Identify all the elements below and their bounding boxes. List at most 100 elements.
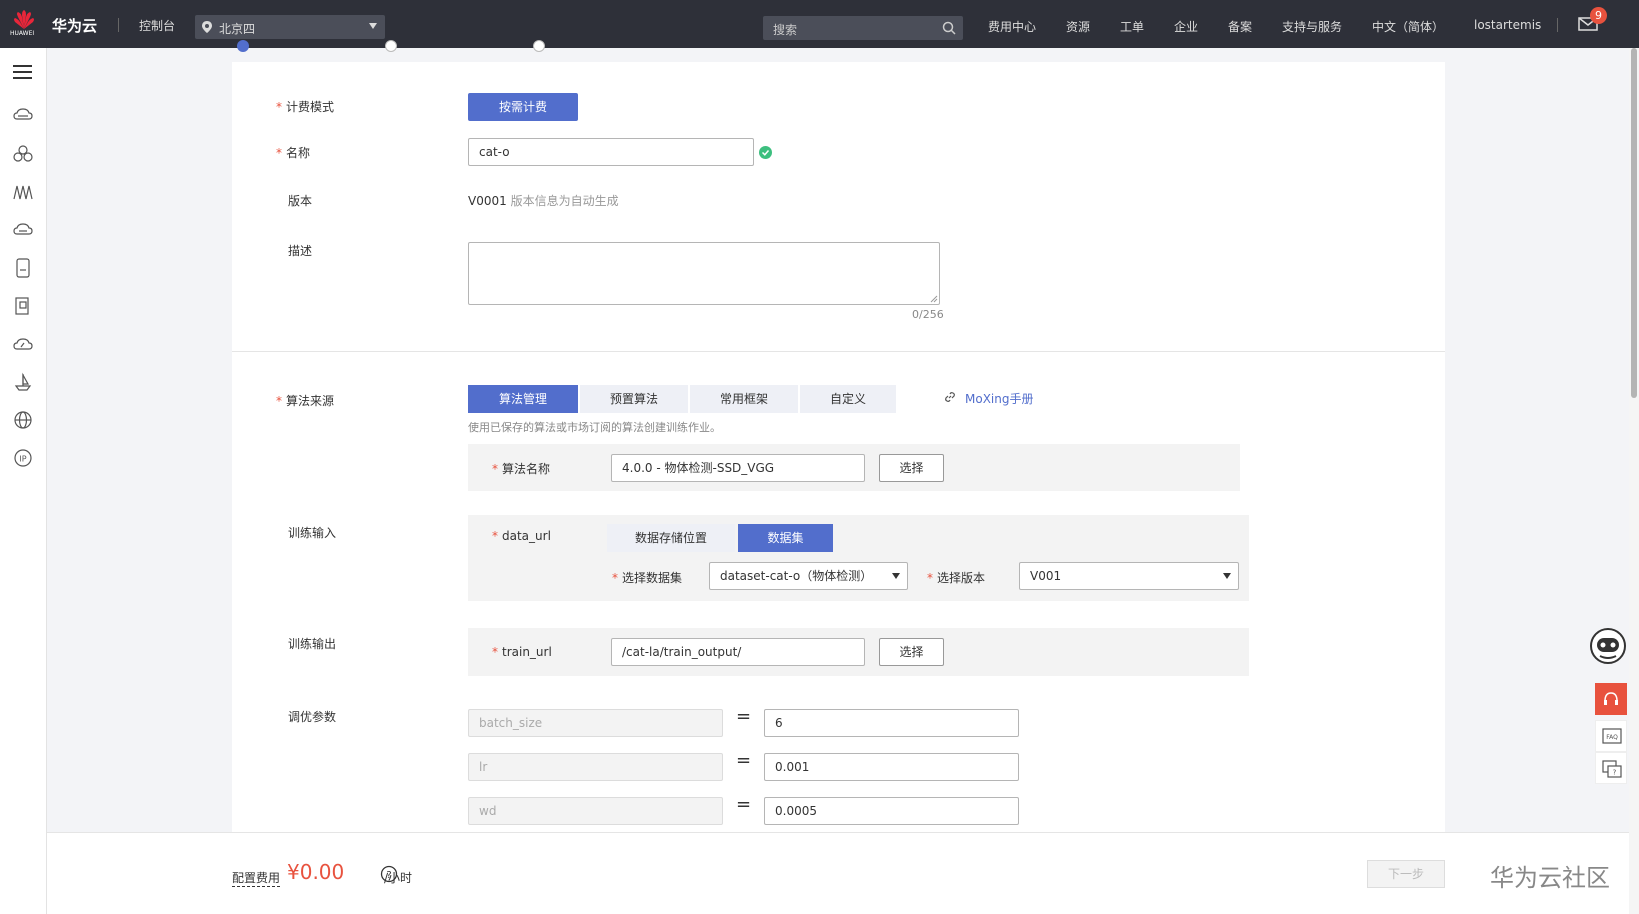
region-value: 北京四: [219, 22, 256, 36]
resize-handle-icon[interactable]: [930, 295, 938, 303]
svg-text:IP: IP: [19, 455, 26, 464]
name-label: * 名称: [276, 146, 311, 160]
document-icon[interactable]: [13, 296, 33, 316]
description-textarea[interactable]: [468, 242, 940, 305]
huawei-flower-icon: [14, 10, 34, 29]
train-url-input[interactable]: /cat-la/train_output/: [611, 638, 865, 666]
chevron-down-icon: [1223, 573, 1231, 579]
tab-algorithm-management[interactable]: 算法管理: [468, 385, 578, 413]
step-indicator: [237, 40, 249, 52]
name-input[interactable]: cat-o: [468, 138, 754, 166]
tab-dataset[interactable]: 数据集: [738, 524, 833, 552]
region-selector[interactable]: 北京四: [195, 15, 385, 39]
nav-support[interactable]: 支持与服务: [1282, 18, 1342, 35]
training-input-label: 训练输入: [288, 526, 337, 540]
description-counter: 0/256: [912, 308, 944, 321]
training-output-panel: * train_url /cat-la/train_output/ 选择: [468, 628, 1249, 676]
param-value-field[interactable]: 6: [764, 709, 1019, 737]
globe-icon[interactable]: [13, 410, 33, 430]
storage-icon[interactable]: [13, 258, 33, 278]
equals-sign: =: [736, 794, 752, 815]
version-select[interactable]: V001: [1019, 562, 1239, 590]
brand-name[interactable]: 华为云: [52, 15, 97, 36]
select-version-label: * 选择版本: [927, 571, 986, 585]
version-label: 版本: [288, 194, 313, 208]
headset-icon: [1604, 692, 1618, 705]
algorithm-name-input[interactable]: 4.0.0 - 物体检测-SSD_VGG: [611, 454, 865, 482]
help-icon[interactable]: ?: [380, 865, 398, 883]
train-url-select-button[interactable]: 选择: [879, 638, 944, 666]
footer-bar: 配置费用 ¥0.00 /小时 ? 下一步 华为云社区: [47, 832, 1639, 914]
bandwidth-icon[interactable]: [13, 182, 33, 202]
algorithm-select-button[interactable]: 选择: [879, 454, 944, 482]
algorithm-name-panel: * 算法名称 4.0.0 - 物体检测-SSD_VGG 选择: [468, 444, 1240, 491]
chevron-down-icon: [369, 23, 377, 29]
feedback-button[interactable]: ?: [1595, 752, 1627, 784]
description-label: 描述: [288, 244, 313, 258]
chevron-down-icon: [892, 573, 900, 579]
robot-assistant-icon[interactable]: [1590, 628, 1626, 664]
param-key-field: batch_size: [468, 709, 723, 737]
select-dataset-label: * 选择数据集: [612, 571, 683, 585]
config-fee-value: ¥0.00: [287, 860, 345, 884]
next-step-button[interactable]: 下一步: [1367, 860, 1445, 888]
config-fee-label[interactable]: 配置费用: [232, 869, 281, 887]
search-input[interactable]: 搜索: [763, 16, 963, 40]
section-divider: [232, 351, 1445, 352]
tab-custom[interactable]: 自定义: [800, 385, 896, 413]
cluster-icon[interactable]: [13, 144, 33, 164]
step-indicator: [385, 40, 397, 52]
svg-text:FAQ: FAQ: [1606, 734, 1618, 741]
nav-billing-center[interactable]: 费用中心: [988, 18, 1036, 35]
watermark: 华为云社区: [1490, 864, 1610, 892]
logo-text: HUAWEI: [10, 30, 35, 37]
tab-data-storage-location[interactable]: 数据存储位置: [607, 524, 735, 552]
topbar-divider: [1557, 18, 1558, 32]
search-icon[interactable]: [941, 20, 957, 36]
svg-text:?: ?: [1613, 769, 1617, 777]
param-key-field: wd: [468, 797, 723, 825]
equals-sign: =: [736, 706, 752, 727]
tab-preset-algorithm[interactable]: 预置算法: [580, 385, 688, 413]
console-link[interactable]: 控制台: [139, 17, 175, 34]
moxing-manual-link[interactable]: MoXing手册: [965, 390, 1033, 407]
billing-mode-label: * 计费模式: [276, 100, 335, 114]
tuning-params-label: 调优参数: [288, 710, 337, 724]
version-value: V0001 版本信息为自动生成: [468, 194, 619, 208]
billing-mode-button[interactable]: 按需计费: [468, 93, 578, 121]
faq-icon: FAQ: [1602, 728, 1622, 744]
dataset-select[interactable]: dataset-cat-o（物体检测）: [709, 562, 908, 590]
nav-resources[interactable]: 资源: [1066, 18, 1090, 35]
svg-text:?: ?: [386, 870, 391, 881]
param-value-field[interactable]: 0.001: [764, 753, 1019, 781]
nav-enterprise[interactable]: 企业: [1174, 18, 1198, 35]
scrollbar-thumb[interactable]: [1631, 48, 1637, 398]
training-job-form: * 计费模式 按需计费 * 名称 cat-o 版本 V0001 版本信息为自动生成 …: [232, 62, 1445, 842]
training-output-label: 训练输出: [288, 637, 337, 651]
step-indicator: [533, 40, 545, 52]
check-circle-icon: [759, 146, 772, 159]
feedback-icon: ?: [1602, 760, 1622, 778]
cloud-disk-icon[interactable]: [13, 220, 33, 240]
training-input-panel: * data_url 数据存储位置 数据集 * 选择数据集 dataset-cat-…: [468, 515, 1249, 601]
topbar-divider: [118, 18, 119, 32]
user-account[interactable]: lostartemis: [1474, 18, 1541, 32]
param-key-field: lr: [468, 753, 723, 781]
cloud-server-icon[interactable]: [13, 106, 33, 126]
customer-service-button[interactable]: [1595, 683, 1627, 715]
train-url-label: * train_url: [492, 645, 552, 659]
huawei-logo[interactable]: HUAWEI: [10, 9, 38, 39]
faq-button[interactable]: FAQ: [1595, 720, 1627, 752]
cloud-icon[interactable]: [13, 334, 33, 354]
menu-icon[interactable]: [13, 65, 32, 79]
ship-icon[interactable]: [13, 372, 33, 392]
nav-filing[interactable]: 备案: [1228, 18, 1252, 35]
algorithm-hint: 使用已保存的算法或市场订阅的算法创建训练作业。: [468, 421, 721, 434]
nav-tickets[interactable]: 工单: [1120, 18, 1144, 35]
link-icon: [945, 392, 955, 402]
language-selector[interactable]: 中文（简体）: [1372, 18, 1444, 35]
param-value-field[interactable]: 0.0005: [764, 797, 1019, 825]
tab-common-framework[interactable]: 常用框架: [690, 385, 798, 413]
ip-icon[interactable]: IP: [13, 448, 33, 468]
data-url-label: * data_url: [492, 529, 551, 543]
